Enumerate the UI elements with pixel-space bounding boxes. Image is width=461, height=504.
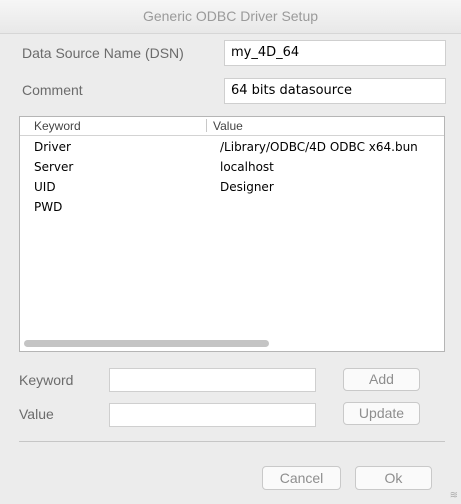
comment-label: Comment xyxy=(22,82,83,98)
keyword-value-table[interactable]: Keyword Value Driver /Library/ODBC/4D OD… xyxy=(19,116,445,352)
value-input[interactable] xyxy=(109,403,316,427)
update-button[interactable]: Update xyxy=(343,402,420,425)
horizontal-scrollbar[interactable] xyxy=(24,340,269,347)
table-row[interactable]: PWD xyxy=(20,197,444,217)
value-label: Value xyxy=(19,406,54,422)
column-divider xyxy=(206,119,207,132)
dsn-field[interactable]: my_4D_64 xyxy=(224,40,446,66)
dsn-label: Data Source Name (DSN) xyxy=(22,45,184,61)
table-header: Keyword Value xyxy=(20,117,444,136)
row-keyword: PWD xyxy=(34,200,63,214)
comment-field[interactable]: 64 bits datasource xyxy=(224,78,446,104)
column-header-value[interactable]: Value xyxy=(213,119,243,133)
title-bar: Generic ODBC Driver Setup xyxy=(0,0,461,34)
keyword-label: Keyword xyxy=(19,372,74,388)
row-value: localhost xyxy=(220,160,274,174)
table-row[interactable]: Server localhost xyxy=(20,157,444,177)
row-keyword: Driver xyxy=(34,140,71,154)
column-header-keyword[interactable]: Keyword xyxy=(34,119,81,133)
resize-grip-icon[interactable]: ≋ xyxy=(450,490,458,501)
cancel-button[interactable]: Cancel xyxy=(262,466,341,490)
table-row[interactable]: Driver /Library/ODBC/4D ODBC x64.bun xyxy=(20,137,444,157)
add-button[interactable]: Add xyxy=(343,368,420,391)
row-keyword: UID xyxy=(34,180,56,194)
ok-button[interactable]: Ok xyxy=(355,466,432,490)
keyword-input[interactable] xyxy=(109,368,316,392)
window-title: Generic ODBC Driver Setup xyxy=(142,8,319,24)
row-value: /Library/ODBC/4D ODBC x64.bun xyxy=(220,140,418,154)
divider xyxy=(19,441,445,442)
row-value: Designer xyxy=(220,180,274,194)
row-keyword: Server xyxy=(34,160,74,174)
table-row[interactable]: UID Designer xyxy=(20,177,444,197)
